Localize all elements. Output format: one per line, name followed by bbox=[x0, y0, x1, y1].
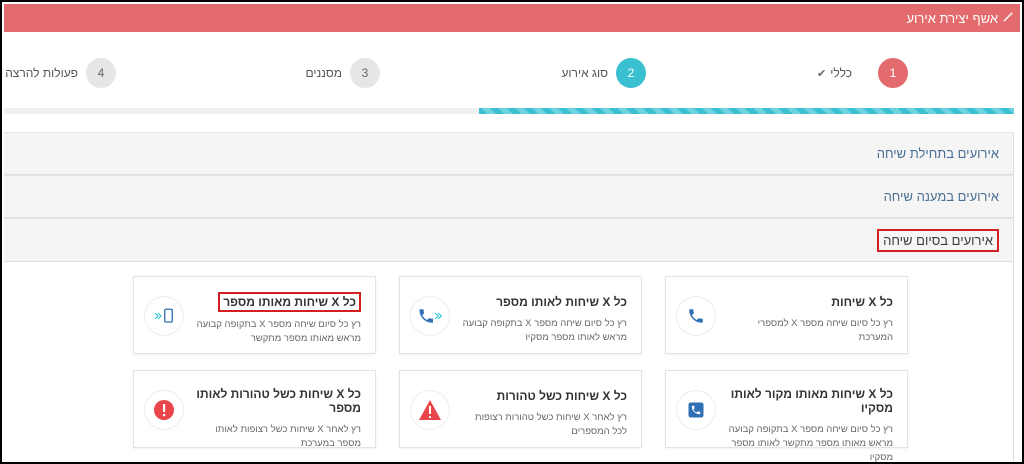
accordion-title: אירועים במענה שיחה bbox=[883, 189, 999, 204]
card-description: רץ כל סיום שיחה מספר X בתקופה קבועה מראש… bbox=[196, 319, 361, 344]
card-title: כל X שיחות כשל טהורות bbox=[496, 389, 627, 403]
accordion-call-end[interactable]: אירועים בסיום שיחה bbox=[4, 218, 1013, 262]
step-event-type[interactable]: 2 סוג אירוע bbox=[561, 58, 646, 88]
step-actions[interactable]: 4 פעולות להרצה bbox=[5, 58, 116, 88]
step-label: כללי bbox=[830, 66, 852, 80]
card-description: רץ כל סיום שיחה מספר X בתקופה קבועה מראש… bbox=[462, 318, 627, 343]
step-number: 2 bbox=[616, 58, 646, 88]
step-number: 3 bbox=[350, 58, 380, 88]
mobile-phone-icon bbox=[144, 296, 184, 336]
card-description: רץ כל סיום שיחה מספר X למספרי המערכת bbox=[757, 318, 893, 343]
outgoing-call-icon bbox=[410, 296, 450, 336]
card-failed-routes[interactable]: כל X שיחות כשל טהורות רץ לאחר X שיחות כש… bbox=[399, 370, 642, 448]
card-same-source-to-same[interactable]: כל X שיחות מאותו מקור לאותו מסקיו רץ כל … bbox=[665, 370, 908, 462]
wizard-title: אשף יצירת אירוע bbox=[906, 10, 998, 26]
card-failed-routes-same[interactable]: כל X שיחות כשל טהורות לאותו מספר רץ לאחר… bbox=[133, 370, 376, 449]
accordion-title: אירועים בסיום שיחה bbox=[877, 228, 999, 252]
step-number: 1 bbox=[878, 58, 908, 88]
card-title: כל X שיחות bbox=[831, 295, 893, 309]
warning-triangle-icon bbox=[410, 390, 450, 430]
step-label: סוג אירוע bbox=[561, 66, 608, 80]
step-label: מסננים bbox=[305, 66, 342, 80]
phone-icon bbox=[676, 296, 716, 336]
alert-circle-icon bbox=[144, 390, 184, 430]
wizard-progress-fill bbox=[478, 108, 1014, 114]
event-type-panel: אירועים בתחילת שיחה אירועים במענה שיחה א… bbox=[4, 132, 1014, 462]
card-title: כל X שיחות לאותו מספר bbox=[496, 295, 627, 309]
accordion-title: אירועים בתחילת שיחה bbox=[876, 146, 999, 161]
wizard-steps: 1 כללי ✔ 2 סוג אירוע 3 מסננים 4 פעולות ל… bbox=[4, 32, 1014, 110]
card-title: כל X שיחות כשל טהורות לאותו מספר bbox=[196, 387, 361, 415]
card-description: רץ לאחר X שיחות כשל טהורות רצופות לכל המ… bbox=[475, 412, 627, 437]
accordion-call-answer[interactable]: אירועים במענה שיחה bbox=[4, 175, 1013, 218]
step-general[interactable]: 1 כללי ✔ bbox=[817, 58, 908, 88]
scrollbar[interactable] bbox=[1014, 132, 1022, 462]
wizard-progress bbox=[4, 108, 1014, 114]
card-all-calls[interactable]: כל X שיחות רץ כל סיום שיחה מספר X למספרי… bbox=[665, 276, 908, 354]
card-to-same-number[interactable]: כל X שיחות לאותו מספר רץ כל סיום שיחה מס… bbox=[399, 276, 642, 354]
step-filters[interactable]: 3 מסננים bbox=[306, 58, 380, 88]
wizard-header: אשף יצירת אירוע bbox=[4, 4, 1020, 32]
wizard-frame: אשף יצירת אירוע 1 כללי ✔ 2 סוג אירוע 3 מ… bbox=[0, 0, 1024, 464]
card-description: רץ לאחר X שיחות כשל רצופות לאותו מספר במ… bbox=[215, 424, 361, 449]
card-title: כל X שיחות מאותו מספר bbox=[218, 292, 361, 312]
card-description: רץ כל סיום שיחה מספר X בתקופה קבועה מראש… bbox=[728, 424, 893, 463]
card-title: כל X שיחות מאותו מקור לאותו מסקיו bbox=[730, 387, 893, 415]
step-number: 4 bbox=[86, 58, 116, 88]
accordion-call-start[interactable]: אירועים בתחילת שיחה bbox=[4, 132, 1013, 175]
wand-icon bbox=[1003, 11, 1014, 25]
phone-square-icon bbox=[676, 390, 716, 430]
card-from-same-number[interactable]: כל X שיחות מאותו מספר רץ כל סיום שיחה מס… bbox=[133, 276, 376, 354]
step-label: פעולות להרצה bbox=[5, 66, 78, 80]
event-cards: כל X שיחות רץ כל סיום שיחה מספר X למספרי… bbox=[4, 262, 1013, 462]
check-icon: ✔ bbox=[817, 67, 827, 80]
